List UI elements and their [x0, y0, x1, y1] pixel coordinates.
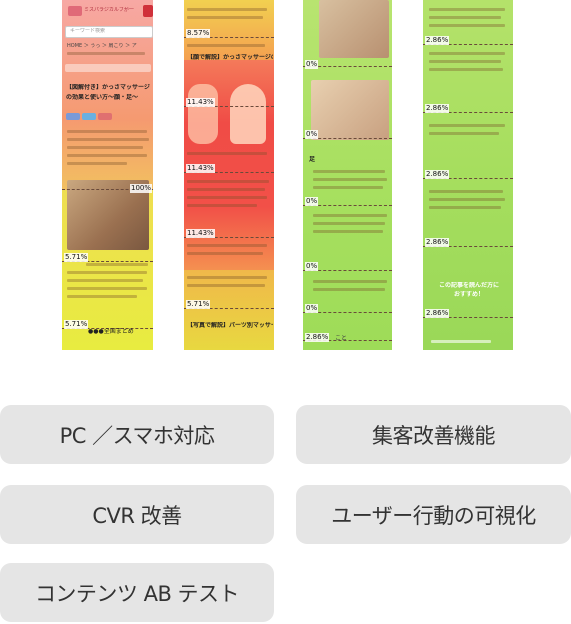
menu-icon[interactable]	[143, 5, 153, 17]
body-diagram	[188, 84, 218, 144]
scroll-percentage: 100%	[129, 184, 152, 193]
text-line	[429, 132, 499, 135]
text-line	[429, 24, 505, 27]
text-line	[67, 146, 143, 149]
heat-zone	[62, 0, 153, 120]
scroll-percentage: 5.71%	[64, 320, 89, 329]
search-placeholder: キーワード検索	[70, 28, 106, 34]
feature-pill-user-behavior: ユーザー行動の可視化	[296, 485, 571, 544]
text-line	[86, 263, 148, 266]
scroll-percentage: 8.57%	[186, 29, 211, 38]
feature-pill-ab-test: コンテンツ AB テスト	[0, 563, 274, 622]
scroll-percentage: 2.86%	[425, 104, 450, 113]
text-line	[187, 16, 263, 19]
heatmap-screenshot-4: 2.86% 2.86% 2.86% 2.86% この記事を読んだ方に おすすめ！…	[423, 0, 513, 350]
section-heading: 【写真で解説】パーツ別マッサージの方法	[187, 322, 273, 329]
text-line	[313, 288, 385, 291]
text-line	[429, 124, 505, 127]
scroll-percentage: 5.71%	[64, 253, 89, 262]
text-line	[187, 284, 265, 287]
text-line	[313, 214, 387, 217]
scroll-percentage: 0%	[305, 197, 319, 206]
text-line	[187, 252, 263, 255]
scroll-percentage: 11.43%	[186, 164, 215, 173]
article-photo	[311, 80, 389, 140]
scroll-percentage: 5.71%	[186, 300, 211, 309]
scroll-percentage: 0%	[305, 304, 319, 313]
footer-text: こと	[335, 335, 348, 342]
text-line	[429, 206, 501, 209]
scroll-percentage: 11.43%	[186, 229, 215, 238]
text-line	[313, 170, 385, 173]
text-line	[187, 204, 257, 207]
scroll-percentage: 0%	[305, 262, 319, 271]
article-photo	[319, 0, 389, 58]
section-heading: 【顔で解説】かっさマッサージの方法	[187, 54, 273, 61]
text-line	[313, 280, 387, 283]
text-line	[67, 154, 147, 157]
text-line	[187, 8, 267, 11]
text-line	[429, 198, 505, 201]
text-line	[187, 152, 267, 155]
scroll-percentage: 11.43%	[186, 98, 215, 107]
feature-pill-cvr-improvement: CVR 改善	[0, 485, 274, 544]
section-heading: 足	[309, 156, 316, 163]
share-icon[interactable]	[82, 113, 96, 120]
heat-zone	[184, 270, 274, 350]
heatmap-screenshot-2: 8.57% 【顔で解説】かっさマッサージの方法 11.43% 11.43% 11…	[184, 0, 274, 350]
text-line	[429, 52, 505, 55]
heatmap-screenshot-3: 0% 0% 足 0% 0% 0% 2.86% こと	[303, 0, 392, 350]
share-icon[interactable]	[66, 113, 80, 120]
text-line	[429, 68, 503, 71]
text-line	[67, 138, 149, 141]
recommend-heading: この記事を読んだ方に	[438, 282, 499, 289]
text-line	[67, 162, 127, 165]
text-line	[313, 186, 383, 189]
text-line	[429, 190, 503, 193]
article-title: 【図解付き】かっさマッサージ	[66, 84, 150, 91]
scroll-percentage: 0%	[305, 60, 319, 69]
text-line	[431, 340, 491, 343]
face-diagram	[230, 84, 266, 144]
text-line	[67, 295, 137, 298]
text-line	[313, 222, 385, 225]
text-line	[313, 230, 383, 233]
text-line	[67, 279, 143, 282]
breadcrumb[interactable]: HOME ＞ うっ ＞ 肩こり ＞ ア	[67, 43, 151, 50]
scroll-percentage: 2.86%	[305, 333, 330, 342]
feature-pill-customer-improvement: 集客改善機能	[296, 405, 571, 464]
site-logo-icon	[68, 6, 82, 16]
recommend-heading-line2: おすすめ！	[453, 291, 484, 298]
section-heading: ●●●全国まとめ	[88, 328, 134, 335]
article-title-line2: の効果と使い方〜顔・足〜	[66, 94, 139, 101]
scroll-percentage: 2.86%	[425, 309, 450, 318]
scroll-percentage: 2.86%	[425, 238, 450, 247]
text-line	[67, 52, 145, 55]
heatmap-screenshot-1: ミスパラジカルフが一 キーワード検索 HOME ＞ うっ ＞ 肩こり ＞ ア 【…	[62, 0, 153, 350]
scroll-percentage: 2.86%	[425, 170, 450, 179]
text-line	[187, 196, 267, 199]
text-line	[187, 244, 267, 247]
text-line	[187, 188, 265, 191]
scroll-percentage: 0%	[305, 130, 319, 139]
category-bar	[65, 64, 151, 72]
text-line	[429, 60, 501, 63]
site-name: ミスパラジカルフが一	[84, 7, 134, 13]
text-line	[187, 44, 265, 47]
text-line	[187, 276, 267, 279]
share-icon[interactable]	[98, 113, 112, 120]
text-line	[67, 271, 147, 274]
text-line	[429, 16, 501, 19]
text-line	[187, 180, 269, 183]
scroll-percentage: 2.86%	[425, 36, 450, 45]
feature-pill-pc-smartphone: PC ／スマホ対応	[0, 405, 274, 464]
text-line	[67, 130, 147, 133]
text-line	[429, 8, 505, 11]
text-line	[313, 178, 387, 181]
text-line	[67, 287, 147, 290]
